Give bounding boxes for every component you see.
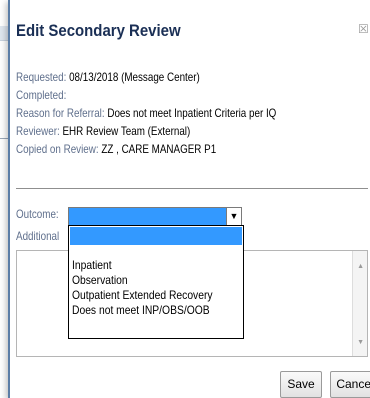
copied-label: Copied on Review:: [16, 142, 99, 156]
reason-label: Reason for Referral:: [16, 106, 105, 120]
scroll-up-icon[interactable]: ▲: [357, 263, 364, 270]
section-divider: [16, 188, 368, 189]
reviewer-row: Reviewer: EHR Review Team (External): [16, 122, 303, 140]
reason-value: Does not meet Inpatient Criteria per IQ: [107, 106, 277, 120]
copied-value: ZZ , CARE MANAGER P1: [101, 142, 217, 156]
completed-row: Completed:: [16, 86, 303, 104]
dropdown-option-observation[interactable]: Observation: [72, 273, 213, 288]
outcome-dropdown-list: Inpatient Observation Outpatient Extende…: [68, 225, 244, 339]
additional-label: Additional: [16, 229, 60, 243]
background-window-edge: [0, 138, 8, 169]
dropdown-options: Inpatient Observation Outpatient Extende…: [72, 258, 235, 318]
reason-row: Reason for Referral: Does not meet Inpat…: [16, 104, 303, 122]
chevron-down-icon[interactable]: ▼: [226, 208, 241, 225]
save-button[interactable]: Save: [280, 371, 322, 398]
cancel-button[interactable]: Cancel: [330, 371, 370, 398]
reviewer-value: EHR Review Team (External): [62, 124, 191, 138]
close-icon[interactable]: ☒: [358, 22, 369, 36]
requested-label: Requested:: [16, 70, 67, 84]
requested-value: 08/13/2018 (Message Center): [69, 70, 200, 84]
outcome-select[interactable]: ▼: [68, 207, 242, 226]
edit-secondary-review-dialog: Edit Secondary Review ☒ Requested: 08/13…: [8, 0, 370, 398]
dropdown-option-does-not-meet[interactable]: Does not meet INP/OBS/OOB: [72, 303, 213, 318]
dropdown-option-outpatient-extended-recovery[interactable]: Outpatient Extended Recovery: [72, 288, 213, 303]
scroll-down-icon[interactable]: ▼: [357, 339, 364, 346]
copied-row: Copied on Review: ZZ , CARE MANAGER P1: [16, 140, 303, 158]
dialog-title: Edit Secondary Review: [16, 21, 181, 40]
outcome-label: Outcome:: [16, 207, 59, 221]
dropdown-option-blank[interactable]: [70, 227, 242, 245]
dialog-title-bar[interactable]: Edit Secondary Review ☒: [10, 0, 370, 56]
requested-row: Requested: 08/13/2018 (Message Center): [16, 68, 303, 86]
dropdown-option-inpatient[interactable]: Inpatient: [72, 258, 213, 273]
reviewer-label: Reviewer:: [16, 124, 60, 138]
textarea-scrollbar[interactable]: ▲ ▼: [352, 251, 367, 356]
completed-label: Completed:: [16, 88, 67, 102]
review-info: Requested: 08/13/2018 (Message Center) C…: [16, 68, 366, 158]
